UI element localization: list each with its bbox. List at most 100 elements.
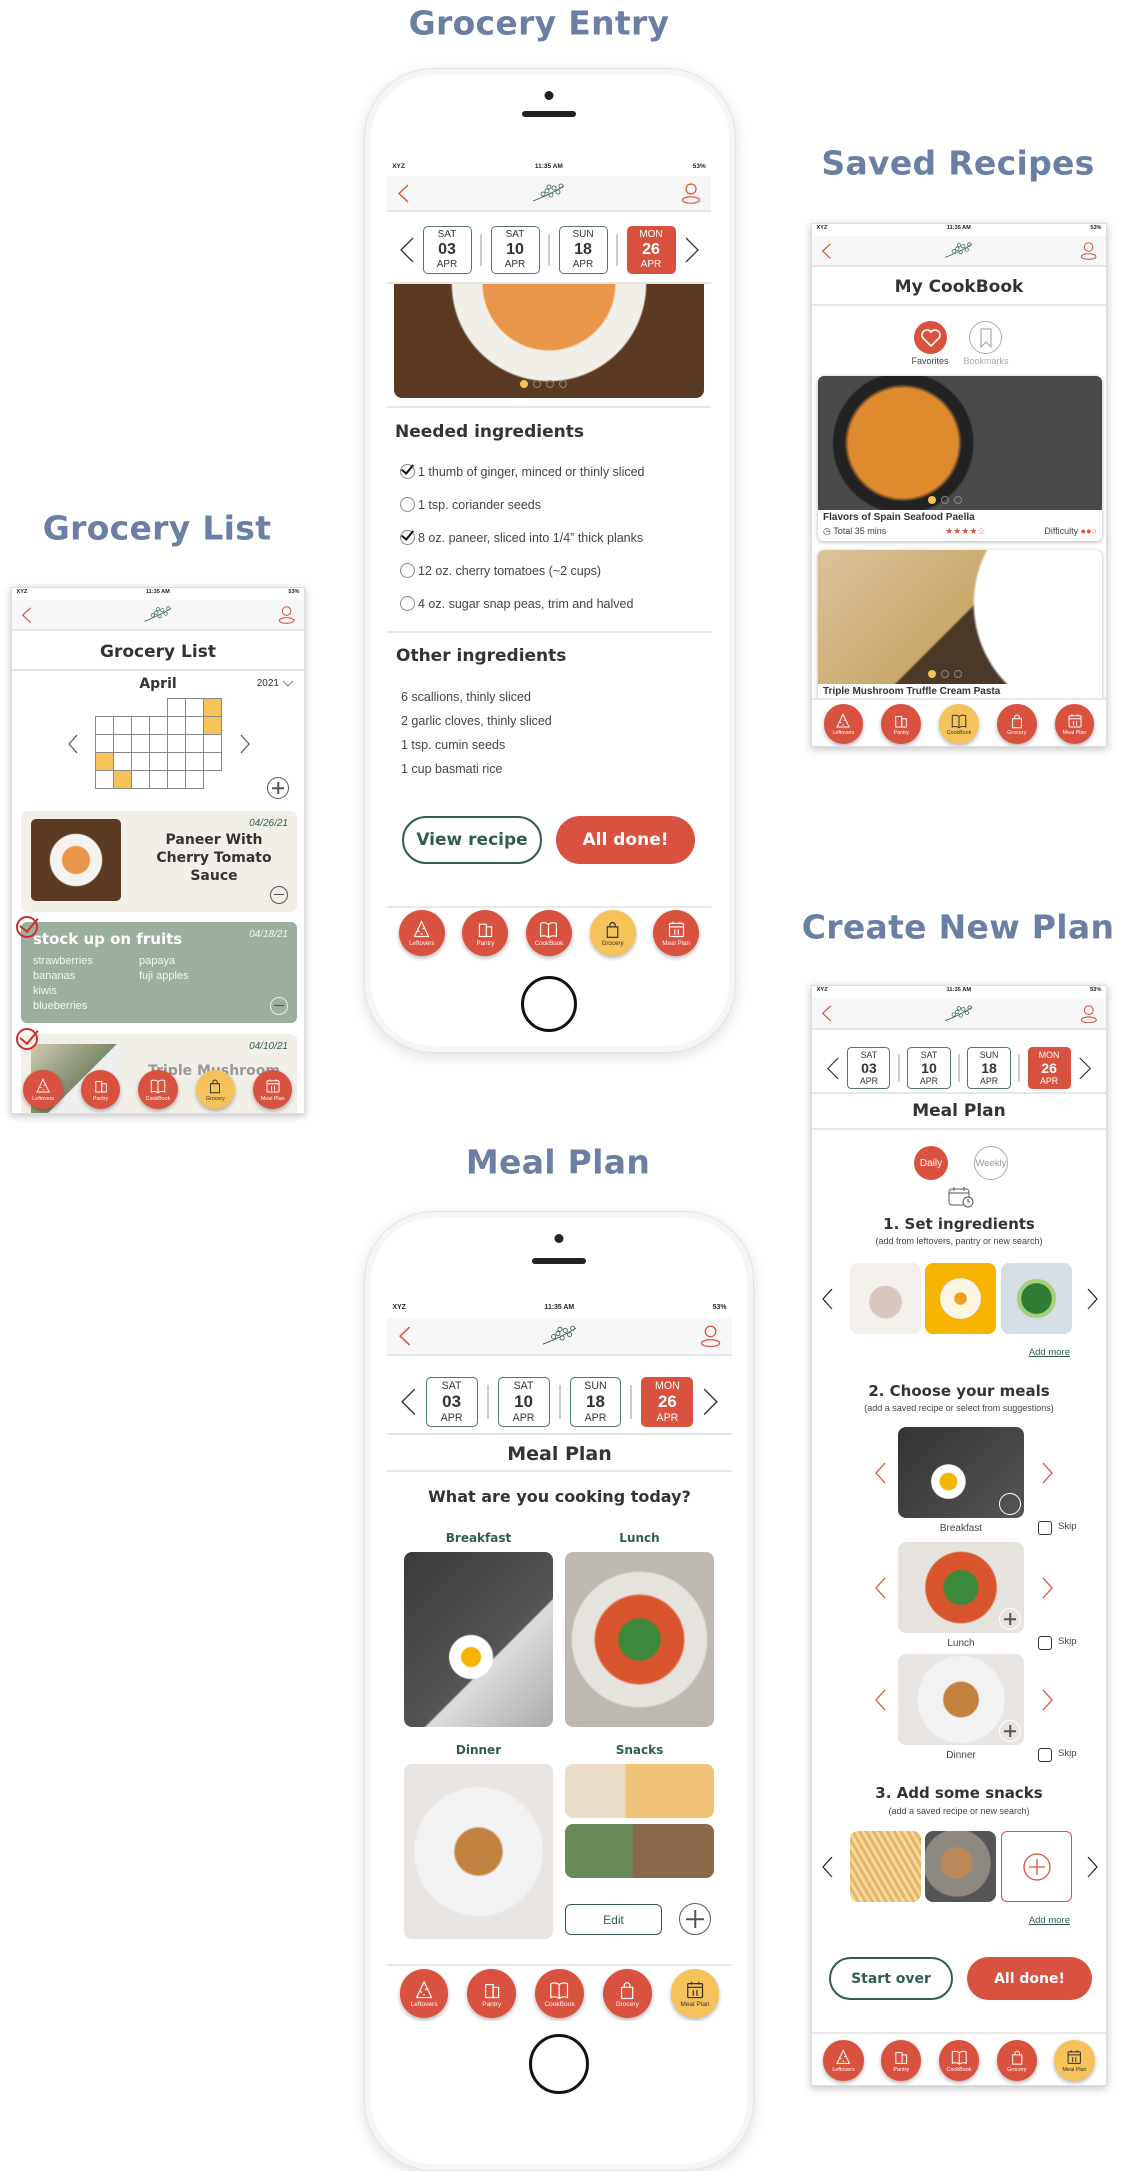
nav-leftovers[interactable]: Leftovers	[23, 1069, 64, 1110]
calendar-day[interactable]	[131, 716, 150, 735]
date-chip[interactable]: SUN 18 APR	[569, 1376, 622, 1428]
carousel-dot[interactable]	[954, 670, 962, 678]
next-meal-icon[interactable]	[1042, 1689, 1054, 1711]
ingredient-checkbox[interactable]	[400, 596, 415, 611]
calendar-day[interactable]	[167, 716, 186, 735]
ingredient-cilantro-lime[interactable]	[1001, 1263, 1072, 1334]
calendar-day[interactable]	[167, 752, 186, 771]
next-ingredients-icon[interactable]	[1087, 1288, 1099, 1310]
date-chip[interactable]: SAT 03 APR	[425, 1376, 478, 1428]
calendar-day[interactable]	[113, 734, 132, 753]
carousel-dot[interactable]	[520, 380, 528, 388]
next-meal-icon[interactable]	[1042, 1462, 1054, 1484]
carousel-dot[interactable]	[928, 496, 936, 504]
calendar-day[interactable]	[149, 716, 168, 735]
ingredient-item[interactable]: 8 oz. paneer, sliced into 1/4” thick pla…	[400, 530, 643, 545]
prev-month-icon[interactable]	[67, 734, 79, 754]
calendar-day-highlighted[interactable]	[203, 698, 222, 717]
calendar-day[interactable]	[95, 734, 114, 753]
nav-pantry[interactable]: Pantry	[881, 704, 921, 744]
snack-fried-dish[interactable]	[925, 1831, 996, 1902]
ingredient-checkbox[interactable]	[400, 530, 415, 545]
date-chip[interactable]: SAT 03 APR	[422, 226, 472, 274]
carousel-dots[interactable]	[520, 380, 567, 388]
calendar-day[interactable]	[203, 752, 222, 771]
checked-icon[interactable]	[16, 1028, 38, 1050]
nav-grocery[interactable]: Grocery	[195, 1069, 236, 1110]
nav-pantry[interactable]: Pantry	[462, 910, 509, 956]
user-profile-icon[interactable]	[1080, 1004, 1098, 1023]
prev-dates-chevron-icon[interactable]	[399, 237, 415, 263]
carousel-dot[interactable]	[546, 380, 554, 388]
calendar-day[interactable]	[149, 752, 168, 771]
nav-leftovers[interactable]: Leftovers	[823, 704, 864, 744]
ingredient-item[interactable]: 12 oz. cherry tomatoes (~2 cups)	[400, 563, 601, 578]
prev-dates-chevron-icon[interactable]	[400, 1388, 417, 1416]
calendar-day[interactable]	[95, 770, 114, 789]
calendar-day[interactable]	[167, 734, 186, 753]
user-profile-icon[interactable]	[278, 605, 295, 625]
date-chip[interactable]: MON 26 APR	[626, 226, 676, 274]
next-month-icon[interactable]	[239, 734, 251, 754]
nav-meal-plan[interactable]: Meal Plan	[653, 910, 700, 956]
nav-meal-plan[interactable]: Meal Plan	[1054, 2040, 1095, 2081]
calendar-day[interactable]	[131, 770, 150, 789]
next-dates-chevron-icon[interactable]	[684, 237, 700, 263]
nav-leftovers[interactable]: Leftovers	[823, 2040, 864, 2081]
calendar-day-highlighted[interactable]	[203, 716, 222, 735]
skip-checkbox[interactable]	[1038, 1636, 1052, 1650]
ingredient-checkbox[interactable]	[400, 464, 415, 479]
ingredient-egg[interactable]	[925, 1263, 996, 1334]
carousel-dot[interactable]	[928, 670, 936, 678]
remove-card-button[interactable]	[270, 886, 288, 904]
back-chevron-icon[interactable]	[398, 1326, 412, 1346]
date-chip[interactable]: SAT 10 APR	[497, 1376, 550, 1428]
carousel-dot[interactable]	[954, 496, 962, 504]
calendar-day[interactable]	[149, 770, 168, 789]
prev-meal-icon[interactable]	[874, 1577, 886, 1599]
nav-cookbook[interactable]: CookBook	[938, 2040, 980, 2081]
dinner-image[interactable]	[404, 1764, 553, 1939]
prev-dates-chevron-icon[interactable]	[826, 1057, 840, 1080]
skip-checkbox[interactable]	[1038, 1748, 1052, 1762]
back-chevron-icon[interactable]	[397, 184, 410, 203]
add-more-ingredients-link[interactable]: Add more	[1029, 1347, 1070, 1358]
next-snacks-icon[interactable]	[1087, 1856, 1099, 1878]
carousel-dots[interactable]	[928, 670, 962, 678]
ingredient-garlic[interactable]	[850, 1263, 921, 1334]
calendar-day[interactable]	[185, 770, 204, 789]
edit-button[interactable]: Edit	[565, 1904, 662, 1935]
year-dropdown[interactable]: 2021	[257, 678, 294, 689]
calendar-day[interactable]	[185, 716, 204, 735]
calendar-day[interactable]	[131, 734, 150, 753]
user-profile-icon[interactable]	[700, 1324, 721, 1348]
carousel-dot[interactable]	[533, 380, 541, 388]
calendar-day[interactable]	[203, 734, 222, 753]
calendar-day[interactable]	[185, 752, 204, 771]
nav-leftovers[interactable]: Leftovers	[399, 1969, 449, 2018]
checked-icon[interactable]	[16, 916, 38, 938]
carousel-dot[interactable]	[941, 496, 949, 504]
nav-meal-plan[interactable]: Meal Plan	[252, 1069, 293, 1110]
nav-meal-plan[interactable]: Meal Plan	[670, 1969, 720, 2018]
nav-leftovers[interactable]: Leftovers	[398, 910, 445, 956]
nav-grocery[interactable]: Grocery	[602, 1969, 652, 2018]
add-snack-button[interactable]	[1001, 1831, 1072, 1902]
snack-fries[interactable]	[850, 1831, 921, 1902]
nav-cookbook[interactable]: CookBook	[525, 910, 572, 956]
daily-toggle[interactable]: Daily	[914, 1146, 948, 1180]
snack-image-1[interactable]	[565, 1764, 714, 1818]
add-list-button[interactable]	[267, 777, 289, 799]
nav-pantry[interactable]: Pantry	[467, 1969, 517, 2018]
carousel-dot[interactable]	[559, 380, 567, 388]
nav-cookbook[interactable]: CookBook	[535, 1969, 584, 2018]
user-profile-icon[interactable]	[1080, 241, 1097, 261]
back-chevron-icon[interactable]	[821, 1005, 832, 1022]
nav-pantry[interactable]: Pantry	[80, 1069, 121, 1110]
nav-cookbook[interactable]: CookBook	[138, 1069, 178, 1110]
back-chevron-icon[interactable]	[21, 607, 32, 623]
ingredient-item[interactable]: 1 thumb of ginger, minced or thinly slic…	[400, 464, 645, 479]
calendar-day[interactable]	[185, 734, 204, 753]
recipe-card[interactable]: Flavors of Spain Seafood Paella ◷ Total 3…	[818, 376, 1102, 541]
calendar-day[interactable]	[149, 734, 168, 753]
